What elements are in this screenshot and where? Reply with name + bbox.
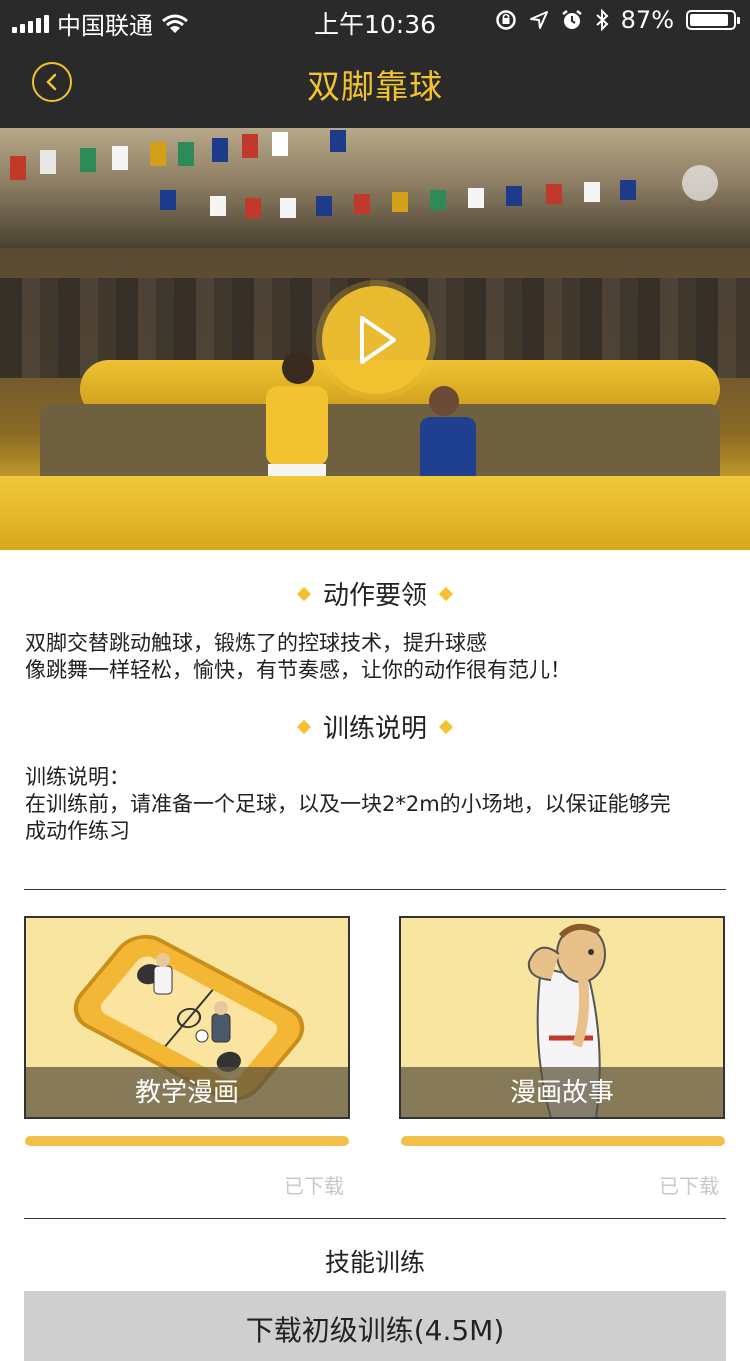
key-points-line: 双脚交替跳动触球，锻炼了的控球技术，提升球感	[25, 631, 487, 655]
download-progress-bar	[25, 1136, 349, 1146]
card-label: 漫画故事	[509, 1078, 614, 1108]
page-title: 双脚靠球	[307, 67, 443, 106]
skill-training-title: 技能训练	[324, 1248, 425, 1277]
download-training-button[interactable]: 下载初级训练(4.5M)	[24, 1291, 726, 1361]
status-bar: 中国联通 上午10:36 87%	[0, 0, 750, 40]
teaching-comic-card[interactable]: 教学漫画	[24, 916, 350, 1119]
training-line: 训练说明：	[25, 765, 130, 789]
training-title-text: 训练说明	[322, 714, 427, 744]
orientation-lock-icon	[495, 10, 516, 30]
training-line: 成动作练习	[25, 819, 130, 843]
download-status: 已下载	[284, 1174, 344, 1198]
diamond-icon	[296, 586, 312, 601]
key-points-title: 动作要领	[0, 575, 750, 612]
arena-boards-front	[0, 476, 750, 550]
battery-percent: 87%	[620, 6, 674, 34]
diamond-icon	[438, 586, 454, 601]
bluetooth-icon	[595, 9, 609, 31]
card-label: 教学漫画	[134, 1078, 239, 1108]
alarm-icon	[561, 10, 582, 29]
key-points-text: 双脚交替跳动触球，锻炼了的控球技术，提升球感 像跳舞一样轻松，愉快，有节奏感，让…	[25, 630, 725, 684]
diamond-icon	[438, 719, 454, 734]
status-right: 87%	[495, 6, 740, 34]
play-icon	[360, 316, 396, 364]
divider	[24, 889, 726, 890]
comic-story-card[interactable]: 漫画故事	[399, 916, 725, 1119]
training-title: 训练说明	[0, 708, 750, 745]
video-player[interactable]	[0, 128, 750, 550]
nav-bar: 双脚靠球	[0, 40, 750, 128]
download-training-label: 下载初级训练(4.5M)	[245, 1314, 505, 1347]
flag-bunting	[10, 130, 718, 218]
download-progress-bar	[401, 1136, 725, 1146]
battery-icon	[686, 10, 740, 30]
diamond-icon	[296, 719, 312, 734]
key-points-line: 像跳舞一样轻松，愉快，有节奏感，让你的动作很有范儿！	[25, 658, 571, 682]
top-bar: 中国联通 上午10:36 87% 双脚靠球	[0, 0, 750, 128]
training-line: 在训练前，请准备一个足球，以及一块2*2m的小场地，以保证能够完	[25, 792, 671, 816]
training-text: 训练说明： 在训练前，请准备一个足球，以及一块2*2m的小场地，以保证能够完 成…	[25, 764, 725, 845]
location-icon	[529, 11, 548, 29]
divider	[24, 1218, 726, 1219]
download-status: 已下载	[659, 1174, 719, 1198]
play-button[interactable]	[322, 286, 430, 394]
key-points-title-text: 动作要领	[322, 581, 427, 611]
